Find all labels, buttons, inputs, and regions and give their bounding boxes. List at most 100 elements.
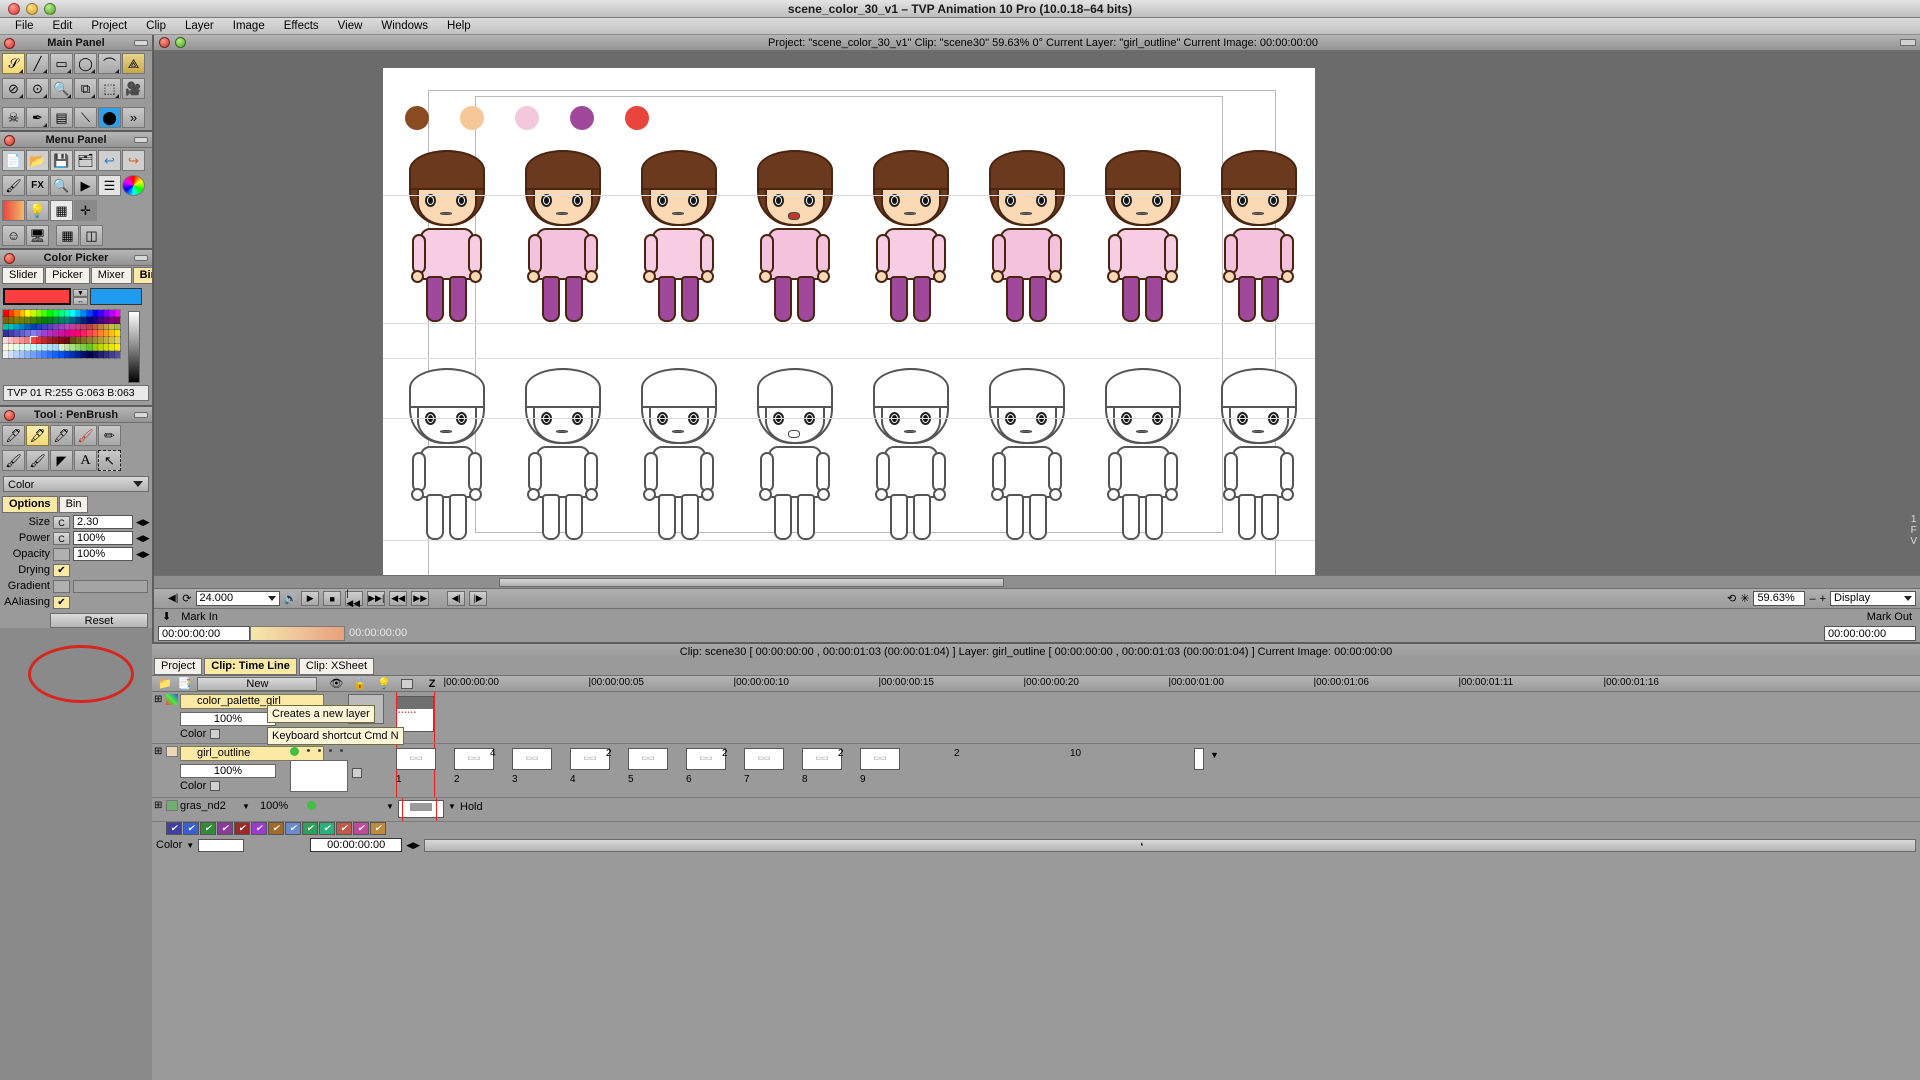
timecode-in[interactable]: 00:00:00:00	[158, 626, 250, 641]
scrollbar-thumb[interactable]	[499, 578, 1004, 587]
main-panel-collapse-icon[interactable]	[134, 40, 148, 46]
chevron-down-icon[interactable]: ▼	[186, 841, 194, 850]
size-curve-button[interactable]: C	[53, 516, 70, 529]
menu-item-image[interactable]: Image	[224, 18, 274, 34]
color-swatch-bar[interactable]: ▼ ↔	[0, 285, 152, 308]
grid-icon[interactable]: ▦	[56, 225, 79, 246]
layer-head[interactable]: ⊞ gras_nd2 100% ▼	[152, 798, 384, 821]
layer-toggle-dots[interactable]	[307, 749, 343, 752]
layer-opacity[interactable]: 100%	[180, 764, 276, 778]
flat-brush[interactable]: 🖌	[26, 450, 49, 471]
menu-item-edit[interactable]: Edit	[44, 18, 82, 34]
save-icon[interactable]: 💾	[50, 150, 73, 171]
size-input[interactable]: 2.30	[73, 515, 133, 529]
palette-check[interactable]: ✔	[217, 822, 233, 835]
layer-color-row[interactable]: Color	[180, 780, 384, 792]
layer-row-girl-outline[interactable]: ⊞ girl_outline 100% Color	[152, 744, 1920, 798]
layer-track[interactable]: ▭▭1▭▭2▭▭3▭▭4▭▭5▭▭6▭▭7▭▭8▭▭94222210▼	[384, 744, 1920, 797]
eye-icon[interactable]: 👁	[329, 677, 343, 690]
timeline-cell[interactable]: ▭▭	[396, 748, 436, 770]
playhead-end[interactable]	[434, 692, 435, 743]
layer-track[interactable]: ▪▪▪▪▪▪ 1	[384, 692, 1920, 743]
swap-colors-icon[interactable]: ↔	[73, 297, 88, 305]
chevron-down-icon[interactable]: ▼	[448, 802, 456, 811]
airbrush[interactable]: ◤	[50, 450, 73, 471]
freehand-tool[interactable]: 𝒮	[2, 53, 25, 74]
timeline-cell[interactable]: ▭▭	[686, 748, 726, 770]
playhead-end[interactable]	[436, 798, 437, 821]
timeline-cell[interactable]: ▭▭	[628, 748, 668, 770]
power-input[interactable]: 100%	[73, 531, 133, 545]
paint-brush[interactable]: 🖌	[74, 425, 97, 446]
palette-check[interactable]: ✔	[200, 822, 216, 835]
playhead[interactable]	[402, 798, 403, 821]
camera-tool[interactable]: 🎥	[122, 78, 145, 99]
ellipse-tool[interactable]: ◯	[74, 53, 97, 74]
main-tools-row-2[interactable]: ⊘ ⊙ 🔍 ⧉ ⬚ 🎥	[0, 76, 152, 101]
layer-preview-thumb[interactable]	[290, 760, 348, 792]
menu-panel-close-icon[interactable]	[4, 135, 15, 146]
timeline-cell[interactable]: ▭▭	[454, 748, 494, 770]
menu-item-effects[interactable]: Effects	[275, 18, 328, 34]
menu-item-project[interactable]: Project	[82, 18, 136, 34]
brush-row-2[interactable]: 🖌 🖌 ◤ A ↖	[0, 448, 152, 473]
bottom-spinner[interactable]: ◀▶	[406, 840, 420, 851]
tab-clip-timeline[interactable]: Clip: Time Line	[204, 658, 297, 675]
layers-icon[interactable]: ☰	[98, 175, 121, 196]
current-color-swatch[interactable]	[3, 288, 71, 305]
palette-check[interactable]: ✔	[319, 822, 335, 835]
zoom-tool[interactable]: 🔍	[50, 78, 73, 99]
menu-item-windows[interactable]: Windows	[372, 18, 437, 34]
new-layer-icon[interactable]: 📑	[178, 677, 192, 690]
first-frame-button[interactable]: |◀◀	[345, 591, 363, 606]
stop-button[interactable]: ■	[323, 591, 341, 606]
fill-tool[interactable]: ⟁	[122, 53, 145, 74]
curve-tool[interactable]: ⌒	[98, 53, 121, 74]
chevron-down-icon[interactable]: ▼	[242, 802, 250, 811]
palette-check[interactable]: ✔	[183, 822, 199, 835]
bottom-color-swatch[interactable]	[198, 839, 244, 852]
viewer-close-icon[interactable]	[159, 37, 170, 48]
tab-picker[interactable]: Picker	[45, 267, 90, 284]
palette-swatch[interactable]	[115, 344, 121, 351]
play-icon[interactable]: ▶	[74, 175, 97, 196]
layer-color-swatch[interactable]	[210, 781, 220, 791]
timeline-cell[interactable]: ▭▭	[570, 748, 610, 770]
bottom-timecode[interactable]: 00:00:00:00	[310, 838, 402, 852]
palette-check[interactable]: ✔	[234, 822, 250, 835]
tab-slider[interactable]: Slider	[2, 267, 44, 284]
undo-icon[interactable]: ↩	[98, 150, 121, 171]
chevron-down-icon[interactable]: ▼	[386, 802, 394, 811]
xy-axis-icon[interactable]: ✛	[74, 200, 97, 221]
playback-toolbar[interactable]: ◀| ⟳ 24.000 🔊 ▶ ■ |◀◀ ▶▶| ◀◀ ▶▶ ◀| |▶ ⟲ …	[154, 588, 1920, 608]
marker-brush[interactable]: 🖊	[50, 425, 73, 446]
square-icon[interactable]	[401, 679, 413, 689]
tab-mixer[interactable]: Mixer	[91, 267, 132, 284]
gradient-icon[interactable]	[2, 200, 25, 221]
main-tools-row-1[interactable]: 𝒮 ╱ ▭ ◯ ⌒ ⟁	[0, 51, 152, 76]
window-controls[interactable]	[8, 3, 56, 15]
record-tool[interactable]: ⬤	[98, 107, 121, 128]
timeline-cell[interactable]	[398, 800, 444, 818]
layer-row-color-palette[interactable]: ⊞ color_palette_girl 100% Color	[152, 692, 1920, 744]
timeline-cell[interactable]: ▭▭	[512, 748, 552, 770]
dry-pen-brush[interactable]: 🖊	[2, 425, 25, 446]
palette-swatch[interactable]	[115, 330, 121, 337]
pen-tool[interactable]: ✒	[26, 107, 49, 128]
redo-icon[interactable]: ↪	[122, 150, 145, 171]
maximize-button[interactable]	[44, 3, 56, 15]
last-frame-button[interactable]: ▶▶|	[367, 591, 385, 606]
palette-check-strip[interactable]: ✔✔✔✔✔✔✔✔✔✔✔✔✔	[152, 822, 1920, 836]
viewer-collapse-icon[interactable]	[1900, 39, 1916, 46]
tab-project[interactable]: Project	[154, 658, 202, 675]
value-slider[interactable]	[128, 311, 140, 383]
palette-check[interactable]: ✔	[166, 822, 182, 835]
menu-bar[interactable]: FileEditProjectClipLayerImageEffectsView…	[0, 18, 1920, 35]
menu-row-4[interactable]: ☺ 🖥 ▦ ◫	[0, 223, 152, 248]
tab-options[interactable]: Options	[2, 496, 58, 513]
layer-expand-icon[interactable]: ⊞	[154, 694, 162, 705]
select-tool[interactable]: ↖	[98, 450, 121, 471]
main-tools-row-3[interactable]: ☠ ✒ ▤ ⟍ ⬤ »	[0, 101, 152, 130]
lock-zoom-icon[interactable]: ✳	[1740, 592, 1749, 605]
option-power[interactable]: Power C 100% ◀▶	[0, 530, 152, 546]
